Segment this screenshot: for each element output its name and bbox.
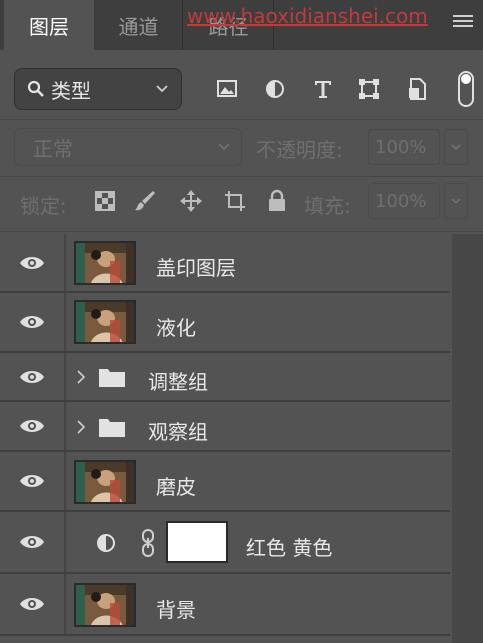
layer-name[interactable]: 红色 黄色 bbox=[246, 532, 332, 561]
layers-list: 盖印图层 液化 调整组 观察组 磨皮 红色 黄色 背景 bbox=[0, 234, 450, 643]
type-filter-icon[interactable] bbox=[310, 76, 336, 102]
fill-label: 填充: bbox=[304, 194, 351, 218]
chevron-down-icon bbox=[451, 198, 461, 205]
layer-row[interactable]: 液化 bbox=[0, 293, 450, 353]
fill-dropdown-button[interactable] bbox=[444, 183, 468, 219]
visibility-toggle[interactable] bbox=[0, 293, 66, 351]
panel-tab-bar: 图层 通道 路径 www.haoxidianshei.com bbox=[0, 0, 483, 50]
visibility-toggle[interactable] bbox=[0, 402, 66, 450]
lock-label: 锁定: bbox=[20, 194, 67, 218]
layer-thumbnail bbox=[74, 583, 136, 627]
tab-channels[interactable]: 通道 bbox=[95, 0, 183, 50]
layer-name[interactable]: 液化 bbox=[156, 312, 196, 341]
layer-name[interactable]: 盖印图层 bbox=[156, 252, 236, 281]
visibility-toggle[interactable] bbox=[0, 574, 66, 634]
eye-icon bbox=[20, 256, 44, 269]
visibility-toggle[interactable] bbox=[0, 353, 66, 400]
chevron-down-icon bbox=[218, 143, 230, 151]
layer-name[interactable]: 磨皮 bbox=[156, 471, 196, 500]
blend-mode-select[interactable]: 正常 bbox=[14, 128, 242, 166]
layer-name[interactable]: 调整组 bbox=[148, 366, 208, 395]
eye-icon bbox=[20, 598, 44, 610]
adjustment-filter-icon[interactable] bbox=[262, 76, 288, 102]
layer-thumbnail bbox=[74, 460, 136, 504]
layer-thumbnail bbox=[74, 241, 136, 285]
eye-icon bbox=[20, 475, 44, 487]
panel-menu-icon[interactable] bbox=[453, 15, 473, 33]
layer-group-row[interactable]: 调整组 bbox=[0, 353, 450, 402]
blend-mode-value: 正常 bbox=[33, 136, 73, 161]
lock-image-pixels-brush-icon[interactable] bbox=[132, 188, 158, 214]
smart-object-filter-icon[interactable] bbox=[404, 76, 430, 102]
tab-layers[interactable]: 图层 bbox=[4, 0, 94, 50]
layer-group-row[interactable]: 观察组 bbox=[0, 402, 450, 452]
layer-row[interactable]: 背景 bbox=[0, 574, 450, 636]
layer-thumbnail bbox=[74, 300, 136, 344]
divider bbox=[0, 231, 483, 232]
layer-name[interactable]: 观察组 bbox=[148, 416, 208, 445]
visibility-toggle[interactable] bbox=[0, 234, 66, 291]
fill-input[interactable]: 100% bbox=[368, 183, 440, 219]
layer-row[interactable]: 盖印图层 bbox=[0, 234, 450, 293]
eye-icon bbox=[20, 316, 44, 328]
chevron-right-icon[interactable] bbox=[76, 420, 86, 434]
watermark-text: www.haoxidianshei.com bbox=[187, 4, 428, 28]
lock-position-move-icon[interactable] bbox=[178, 188, 204, 214]
lock-artboard-crop-icon[interactable] bbox=[222, 188, 248, 214]
adjustment-layer-row[interactable]: 红色 黄色 bbox=[0, 512, 450, 574]
fill-value: 100% bbox=[375, 190, 427, 212]
eye-icon bbox=[20, 370, 44, 383]
opacity-dropdown-button[interactable] bbox=[444, 129, 468, 165]
image-filter-icon[interactable] bbox=[214, 76, 240, 102]
tab-layers-label: 图层 bbox=[29, 14, 69, 39]
folder-icon bbox=[99, 369, 125, 387]
opacity-value: 100% bbox=[375, 136, 427, 158]
filter-toggle-switch[interactable] bbox=[458, 71, 474, 107]
filter-kind-select[interactable]: 类型 bbox=[14, 68, 182, 110]
layer-row[interactable]: 磨皮 bbox=[0, 452, 450, 512]
chevron-down-icon bbox=[156, 85, 168, 93]
divider bbox=[0, 176, 483, 177]
chevron-right-icon[interactable] bbox=[76, 370, 86, 384]
visibility-toggle[interactable] bbox=[0, 512, 66, 572]
filter-kind-label: 类型 bbox=[51, 78, 91, 103]
eye-icon bbox=[20, 420, 44, 432]
opacity-input[interactable]: 100% bbox=[368, 129, 440, 165]
layers-scrollbar[interactable] bbox=[452, 234, 483, 643]
chevron-down-icon bbox=[451, 144, 461, 151]
eye-icon bbox=[20, 536, 44, 548]
folder-icon bbox=[99, 419, 125, 437]
adjustment-layer-icon bbox=[97, 534, 115, 552]
lock-transparent-pixels-icon[interactable] bbox=[92, 188, 118, 214]
link-chain-icon[interactable] bbox=[140, 528, 156, 558]
layer-mask-thumbnail[interactable] bbox=[166, 521, 228, 563]
visibility-toggle[interactable] bbox=[0, 452, 66, 510]
divider bbox=[0, 119, 483, 120]
shape-filter-icon[interactable] bbox=[356, 76, 382, 102]
search-icon bbox=[27, 80, 44, 97]
lock-all-padlock-icon[interactable] bbox=[264, 188, 290, 214]
layer-name[interactable]: 背景 bbox=[156, 594, 196, 623]
opacity-label: 不透明度: bbox=[256, 138, 343, 162]
tab-channels-label: 通道 bbox=[118, 14, 159, 39]
